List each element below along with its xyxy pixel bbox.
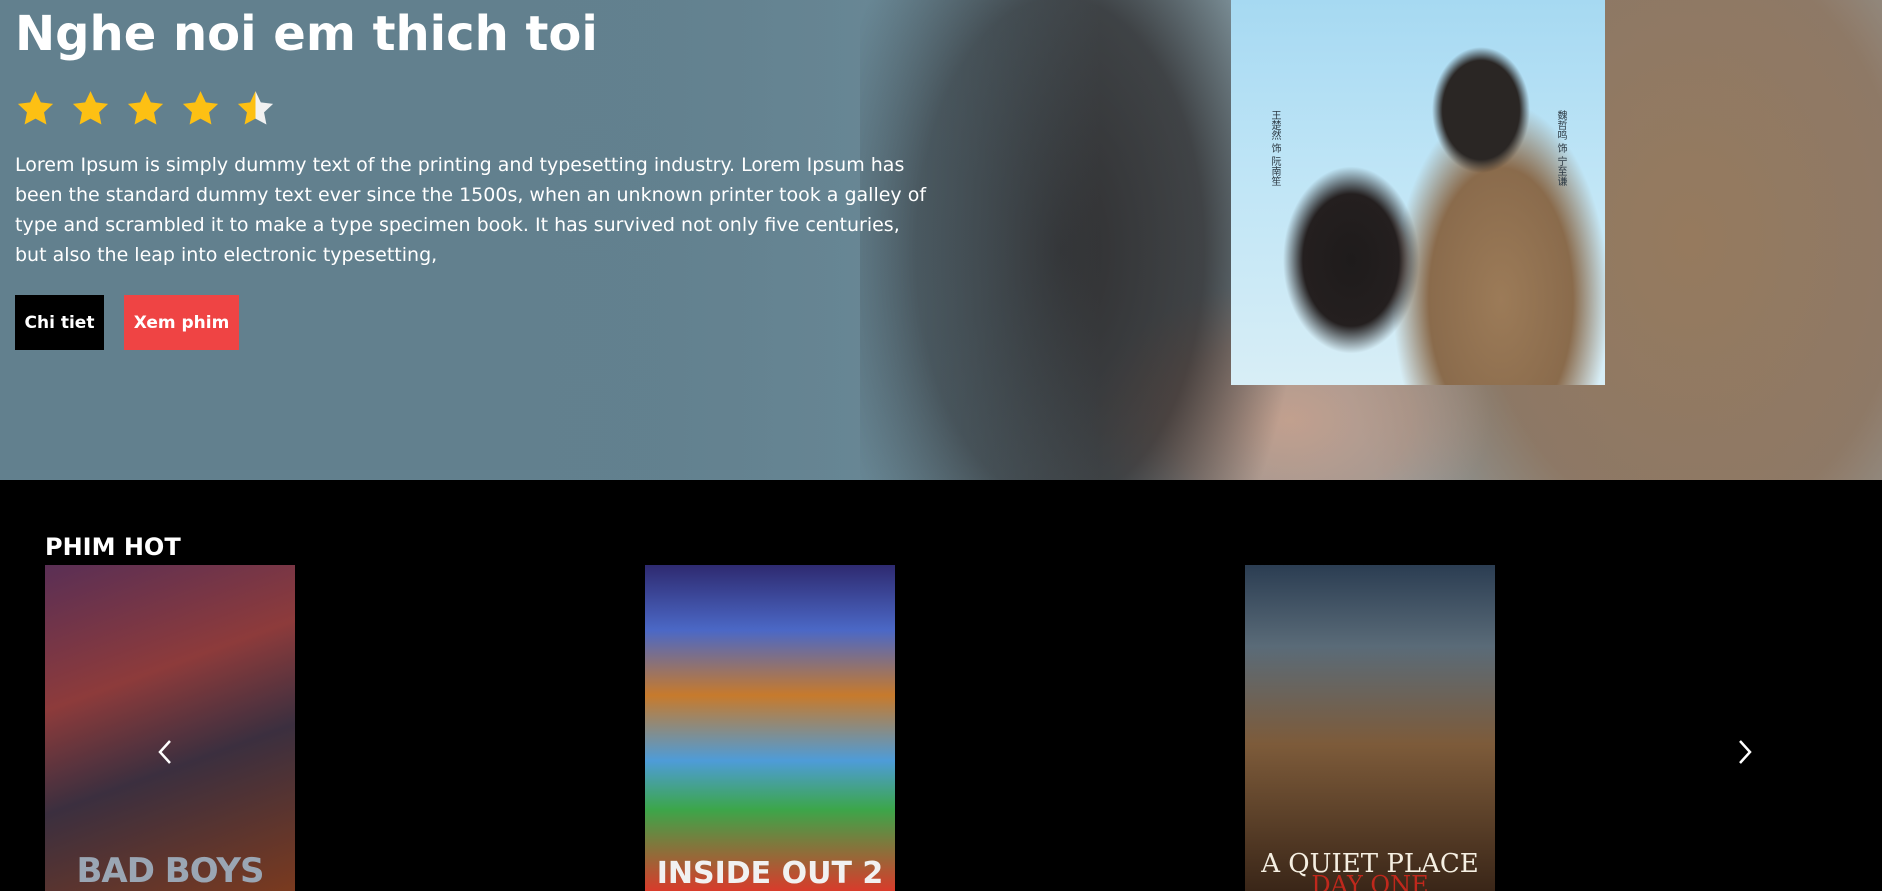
hero-poster[interactable]: 王楚然 饰 阮南笙 魏哲鸣 饰 宁至谦 bbox=[1231, 0, 1605, 385]
section-title: PHIM HOT bbox=[45, 533, 181, 561]
carousel-prev-button[interactable] bbox=[150, 736, 182, 768]
watch-button[interactable]: Xem phim bbox=[124, 295, 239, 350]
star-icon bbox=[17, 91, 54, 125]
poster-cast-left: 王楚然 饰 阮南笙 bbox=[1269, 110, 1280, 187]
movie-card-a-quiet-place[interactable]: A QUIET PLACE DAY ONE bbox=[1245, 565, 1495, 891]
hero-description: Lorem Ipsum is simply dummy text of the … bbox=[15, 154, 927, 266]
poster-woman-figure bbox=[1251, 150, 1451, 385]
chevron-left-icon bbox=[158, 740, 171, 764]
chevron-right-icon bbox=[1739, 740, 1752, 764]
poster-cast-right: 魏哲鸣 饰 宁至谦 bbox=[1555, 110, 1566, 187]
detail-button[interactable]: Chi tiet bbox=[15, 295, 104, 350]
star-icon bbox=[182, 91, 219, 125]
carousel-next-button[interactable] bbox=[1728, 736, 1760, 768]
hero-title: Nghe noi em thich toi bbox=[15, 6, 598, 62]
movie-card-bad-boys[interactable]: BAD BOYS bbox=[45, 565, 295, 891]
star-icon bbox=[127, 91, 164, 125]
star-icon bbox=[72, 91, 109, 125]
hero-banner: Nghe noi em thich toi Lorem Ipsum is sim… bbox=[0, 0, 1882, 480]
movie-card-inside-out-2[interactable]: INSIDE OUT 2 bbox=[645, 565, 895, 891]
rating-stars bbox=[15, 88, 276, 129]
movie-poster-title: BAD BOYS bbox=[76, 851, 264, 891]
movie-poster-title: INSIDE OUT 2 bbox=[656, 856, 884, 891]
star-half-icon bbox=[237, 91, 274, 125]
movie-poster-subtitle: DAY ONE bbox=[1311, 871, 1429, 891]
